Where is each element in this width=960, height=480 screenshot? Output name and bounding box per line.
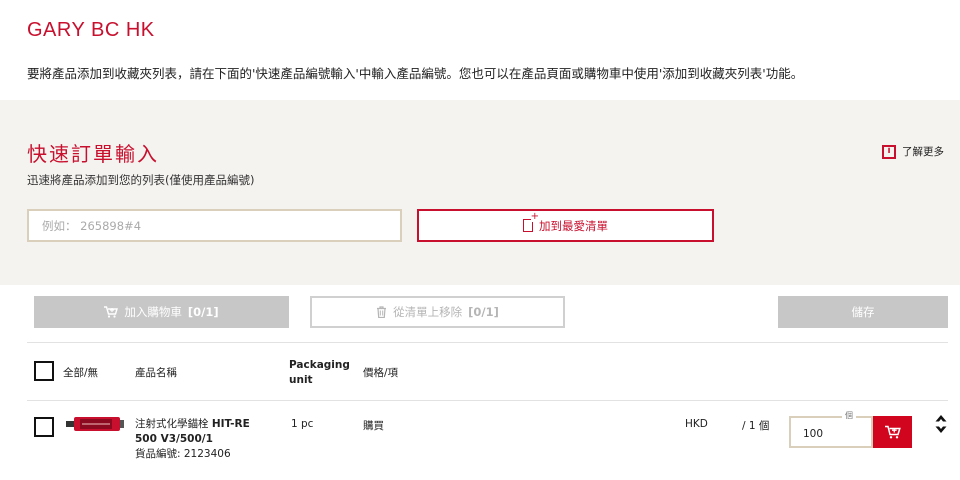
add-cart-icon (884, 425, 901, 439)
reorder-arrows-icon[interactable] (935, 414, 947, 434)
add-document-icon (523, 212, 539, 232)
product-name-prefix: 注射式化學錨栓 (135, 418, 209, 430)
quick-order-title: 快速訂單輸入 (27, 142, 159, 166)
save-label: 儲存 (851, 305, 875, 319)
row-checkbox[interactable] (34, 417, 54, 437)
packaging-value: 1 pc (291, 418, 314, 430)
row-add-to-cart-button[interactable] (873, 416, 912, 448)
remove-count: [0/1] (468, 305, 499, 319)
price-value: 購買 (363, 420, 384, 432)
info-icon: i (882, 144, 896, 159)
learn-more-link[interactable]: i 了解更多 (882, 144, 944, 159)
product-name[interactable]: 注射式化學錨栓 HIT-RE 500 V3/500/1 貨品編號: 212340… (135, 417, 275, 462)
add-to-cart-button[interactable]: 加入購物車 [0/1] (34, 296, 289, 328)
quantity-value: 100 (803, 428, 824, 440)
quick-order-subtitle: 迅速將產品添加到您的列表(僅使用產品編號) (27, 173, 255, 187)
remove-from-list-button[interactable]: 從清單上移除 [0/1] (310, 296, 565, 328)
trash-icon (377, 306, 387, 318)
intro-text: 要將產品添加到收藏夾列表，請在下面的'快速產品編號輸入'中輸入產品編號。您也可以… (27, 66, 804, 81)
add-to-favorites-button[interactable]: 加到最愛清單 (417, 209, 714, 242)
quick-order-panel: 快速訂單輸入 迅速將產品添加到您的列表(僅使用產品編號) i 了解更多 加到最愛… (0, 100, 960, 285)
cart-icon (104, 306, 119, 318)
page-title: GARY BC HK (27, 19, 155, 41)
product-image (66, 417, 124, 431)
select-all-label: 全部/無 (63, 367, 99, 379)
quantity-input[interactable] (789, 416, 873, 448)
product-item-number: 貨品編號: 2123406 (135, 448, 231, 460)
packaging-unit-header: Packaging unit (289, 359, 350, 386)
currency-label: HKD (685, 418, 708, 430)
add-to-cart-label: 加入購物車 (124, 305, 182, 319)
table-divider-header (27, 400, 948, 401)
remove-from-list-label: 從清單上移除 (393, 305, 463, 319)
product-number-input[interactable] (27, 209, 402, 242)
add-to-cart-count: [0/1] (187, 305, 219, 319)
save-button[interactable]: 儲存 (778, 296, 948, 328)
price-per-item-header: 價格/項 (363, 367, 399, 379)
select-all-checkbox[interactable] (34, 361, 54, 381)
learn-more-label: 了解更多 (902, 146, 944, 158)
add-to-favorites-label: 加到最愛清單 (539, 218, 608, 233)
table-divider-top (27, 342, 948, 343)
quantity-unit-label: 個 (842, 410, 856, 421)
product-name-header: 產品名稱 (135, 367, 177, 379)
per-unit-label: / 1 個 (742, 420, 770, 432)
